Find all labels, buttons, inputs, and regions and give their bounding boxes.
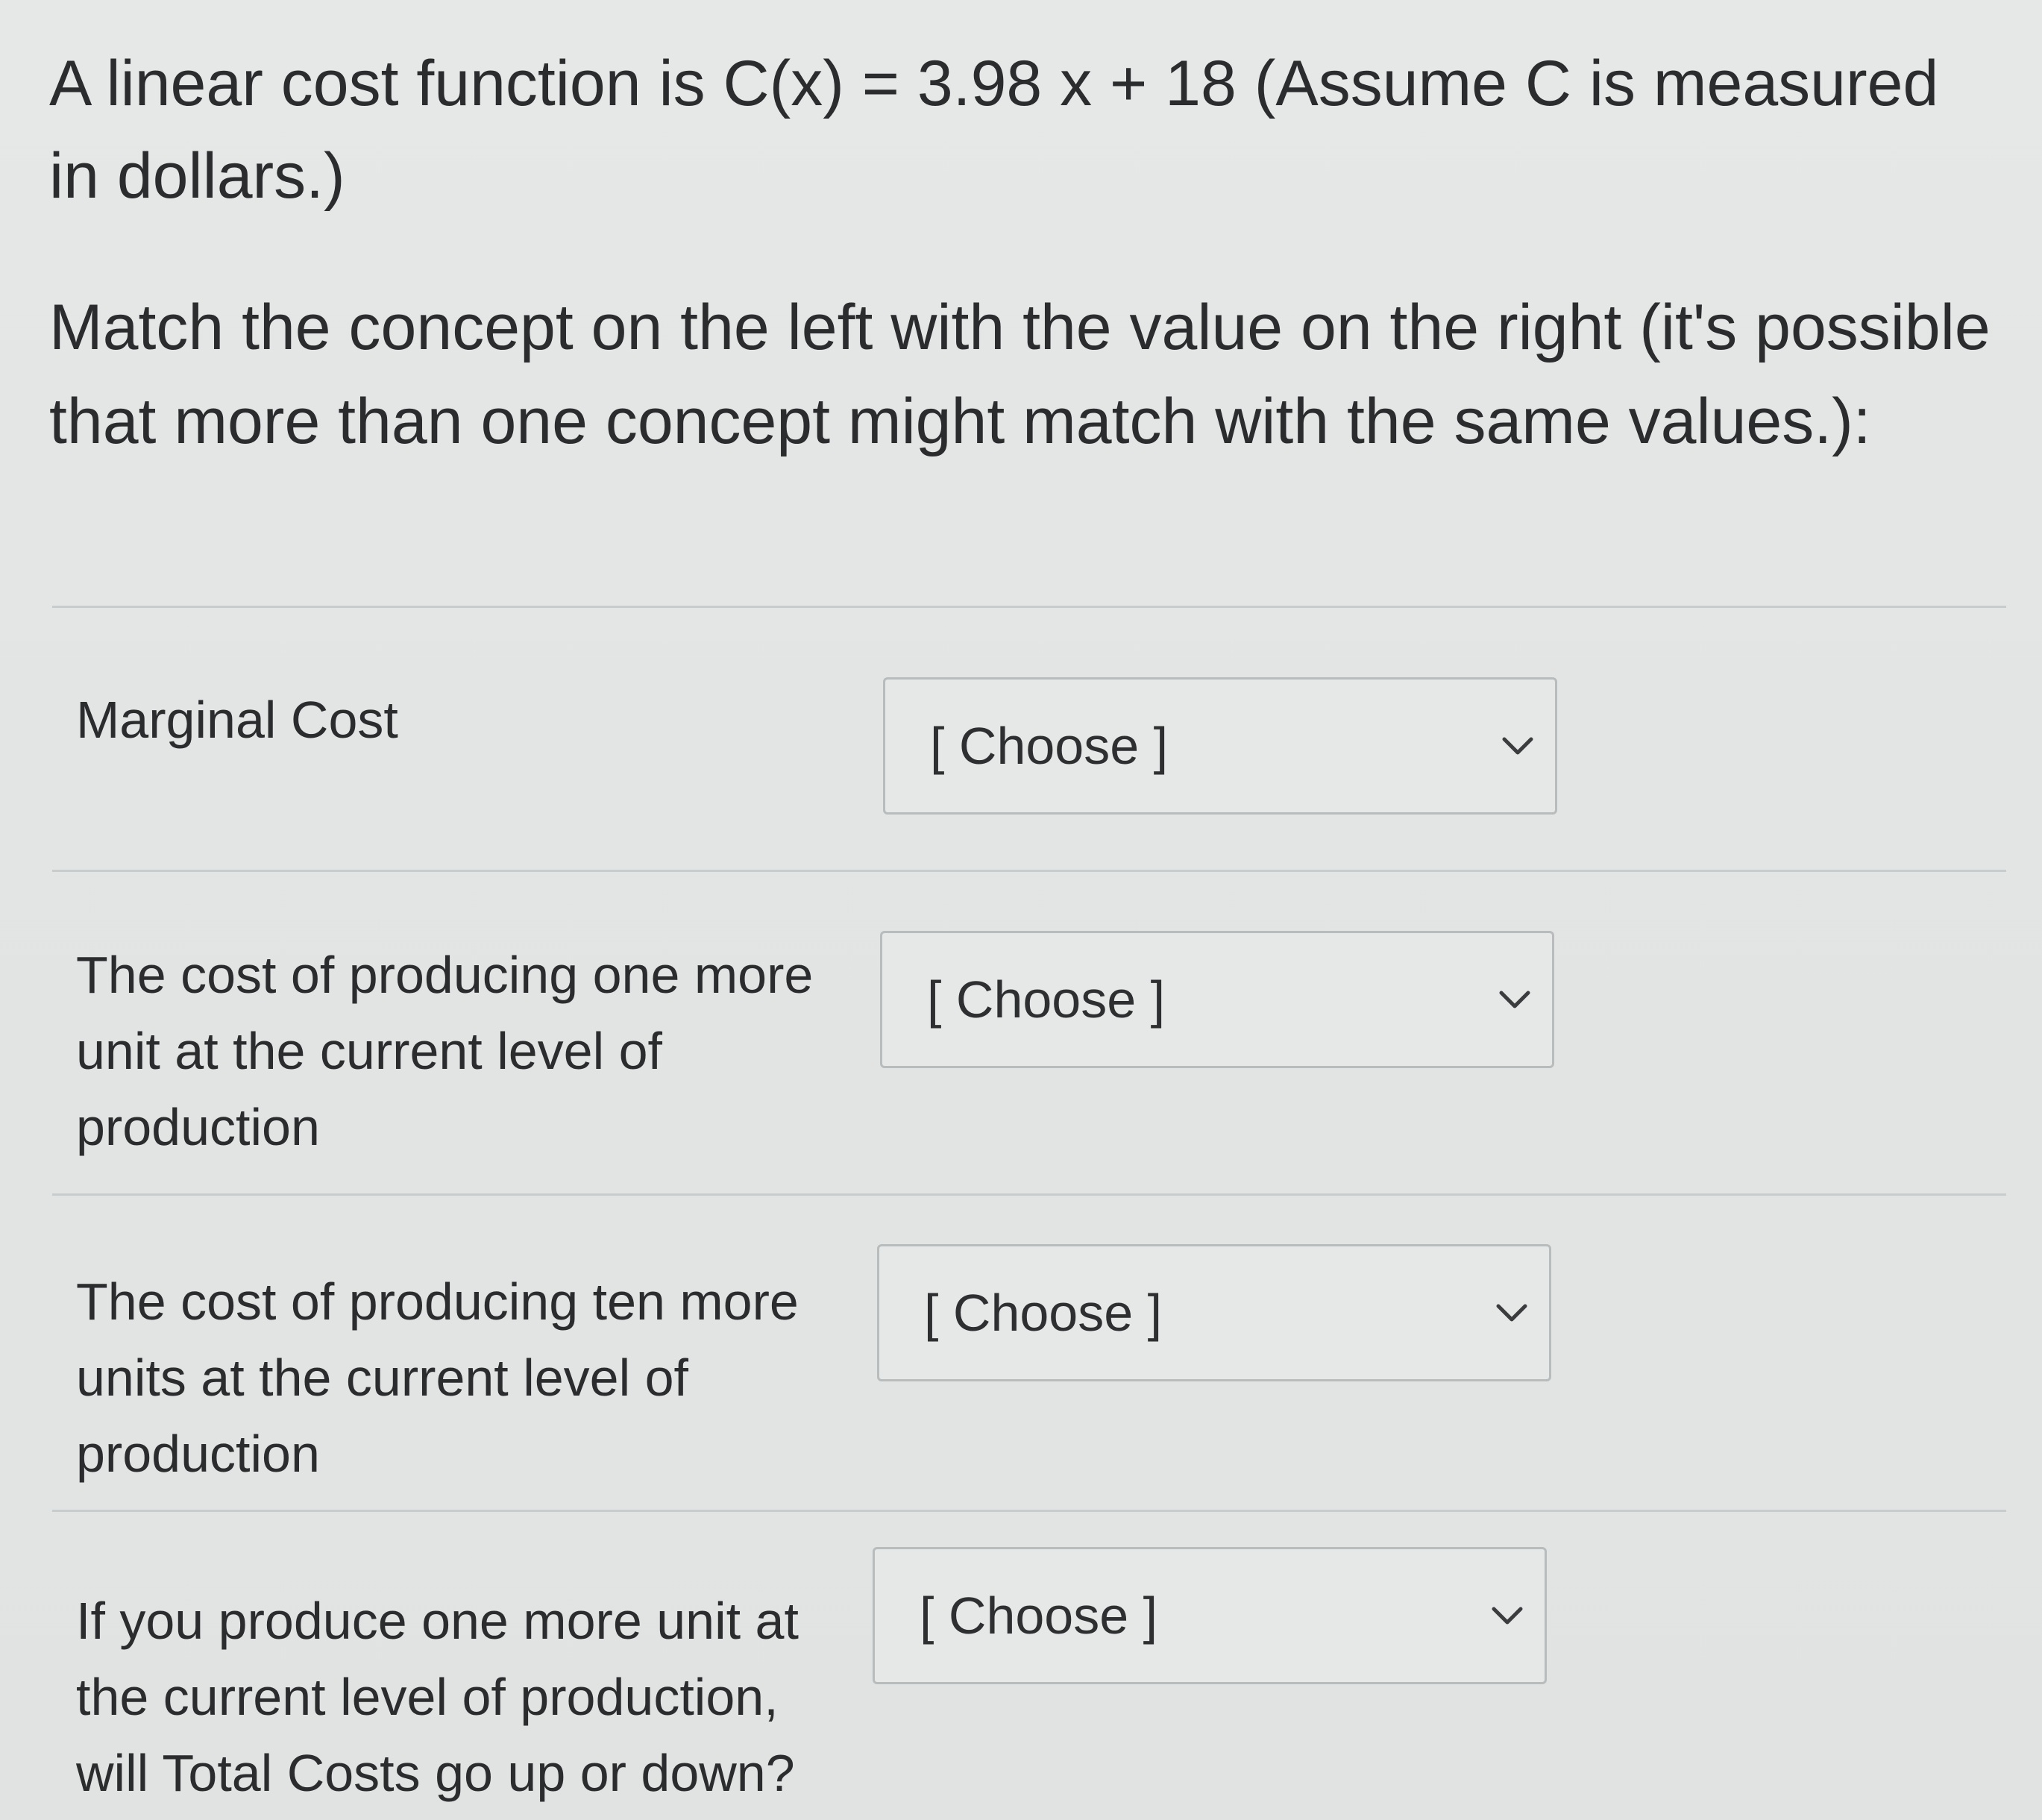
question-instructions: Match the concept on the left with the v… [49,292,1991,457]
chevron-down-icon [1492,1607,1523,1625]
select-value: [ Choose ] [930,717,1169,775]
chevron-down-icon [1502,737,1533,755]
chevron-down-icon [1496,1304,1527,1322]
row-divider [52,1510,2006,1512]
match-select-4[interactable]: [ Choose ] [873,1547,1547,1684]
match-select-3[interactable]: [ Choose ] [877,1244,1551,1381]
concept-label-ten-more-units: The cost of producing ten more units at … [76,1273,799,1483]
select-value: [ Choose ] [920,1587,1158,1645]
concept-label-marginal-cost: Marginal Cost [76,691,398,749]
select-value: [ Choose ] [924,1284,1163,1342]
select-value: [ Choose ] [927,970,1166,1029]
match-select-1[interactable]: [ Choose ] [883,677,1557,815]
row-divider [52,606,2006,608]
concept-label-one-more-unit: The cost of producing one more unit at t… [76,946,814,1156]
chevron-down-icon [1499,991,1530,1008]
concept-label-total-costs-direction: If you produce one more unit at the curr… [76,1592,799,1802]
match-select-2[interactable]: [ Choose ] [880,931,1554,1068]
row-divider [52,1193,2006,1196]
row-divider [52,870,2006,872]
quiz-page: A linear cost function is C(x) = 3.98 x … [0,0,2042,1820]
question-intro: A linear cost function is C(x) = 3.98 x … [49,48,1939,212]
